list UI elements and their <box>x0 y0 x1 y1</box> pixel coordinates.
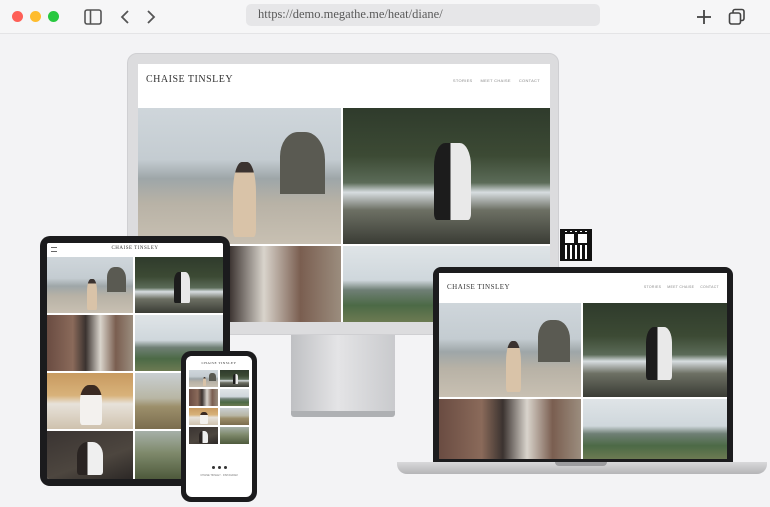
tablet-smiling-portrait-photo <box>47 373 133 429</box>
beach-couple-photo <box>138 108 341 244</box>
phone-brick-photo <box>189 389 218 406</box>
phone-footer-text: CHAISE TINSLEY · INSTAGRAM <box>200 474 238 477</box>
new-tab-icon[interactable] <box>693 6 715 28</box>
nav-link-contact: CONTACT <box>518 78 540 83</box>
laptop-nav-link-stories: STORIES <box>643 285 662 289</box>
minimize-window-button[interactable] <box>30 11 41 22</box>
nav-link-meet-chaise: MEET CHAISE <box>480 78 511 83</box>
tablet-waterfall-photo <box>135 257 223 313</box>
site-header: CHAISE TINSLEY STORIES MEET CHAISE CONTA… <box>138 64 550 108</box>
tabs-overview-icon[interactable] <box>726 6 748 28</box>
monitor-stand <box>291 335 395 413</box>
laptop-mountain-photo <box>583 399 727 459</box>
phone-mountain-photo <box>220 389 249 406</box>
tablet-site-header: CHAISE TINSLEY <box>47 243 223 257</box>
social-dot-icon <box>223 466 227 469</box>
back-icon[interactable] <box>114 6 136 28</box>
tablet-site-logo: CHAISE TINSLEY <box>111 246 159 251</box>
close-window-button[interactable] <box>12 11 23 22</box>
laptop-brick-photo <box>439 399 581 459</box>
laptop-site-logo: CHAISE TINSLEY <box>447 283 511 291</box>
tablet-couple-photo <box>47 431 133 479</box>
smartphone: CHAISE TINSLEY CHAISE TINSLEY · INSTAGRA… <box>181 351 257 502</box>
phone-site-logo: CHAISE TINSLEY <box>201 361 237 365</box>
social-dot-icon <box>211 466 215 469</box>
monitor-foot <box>291 411 395 417</box>
laptop-nav-link-meet-chaise: MEET CHAISE <box>667 285 695 289</box>
sidebar-icon[interactable] <box>82 6 104 28</box>
laptop-beach-photo <box>439 303 581 397</box>
phone-social-icons <box>186 466 252 469</box>
social-dot-icon <box>217 466 221 469</box>
browser-toolbar: https://demo.megathe.me/heat/diane/ <box>0 0 770 34</box>
laptop-website-preview: CHAISE TINSLEY STORIES MEET CHAISE CONTA… <box>439 273 727 459</box>
laptop: CHAISE TINSLEY STORIES MEET CHAISE CONTA… <box>433 267 733 463</box>
laptop-site-header: CHAISE TINSLEY STORIES MEET CHAISE CONTA… <box>439 273 727 303</box>
waterfall-couple-photo <box>343 108 550 244</box>
laptop-site-nav: STORIES MEET CHAISE CONTACT <box>644 285 719 289</box>
address-bar-url: https://demo.megathe.me/heat/diane/ <box>258 7 443 21</box>
tablet-beach-photo <box>47 257 133 313</box>
phone-beach-photo <box>189 370 218 387</box>
phone-grove-photo <box>220 427 249 444</box>
zoom-window-button[interactable] <box>48 11 59 22</box>
laptop-nav-link-contact: CONTACT <box>700 285 719 289</box>
phone-website-preview: CHAISE TINSLEY CHAISE TINSLEY · INSTAGRA… <box>186 356 252 497</box>
phone-portrait-photo <box>189 408 218 425</box>
laptop-hinge-notch <box>555 462 607 466</box>
address-bar[interactable]: https://demo.megathe.me/heat/diane/ <box>246 4 600 26</box>
nav-link-stories: STORIES <box>452 78 473 83</box>
laptop-waterfall-photo <box>583 303 727 397</box>
device-mockup-image: CHAISE TINSLEY STORIES MEET CHAISE CONTA… <box>0 35 770 507</box>
phone-waterfall-photo <box>220 370 249 387</box>
tablet-brick-photo <box>47 315 133 371</box>
qr-code-icon <box>560 229 592 261</box>
phone-site-header: CHAISE TINSLEY <box>186 356 252 370</box>
site-nav: STORIES MEET CHAISE CONTACT <box>453 78 540 83</box>
forward-icon[interactable] <box>140 6 162 28</box>
site-logo: CHAISE TINSLEY <box>146 74 234 85</box>
phone-couple-photo <box>189 427 218 444</box>
phone-field-photo <box>220 408 249 425</box>
